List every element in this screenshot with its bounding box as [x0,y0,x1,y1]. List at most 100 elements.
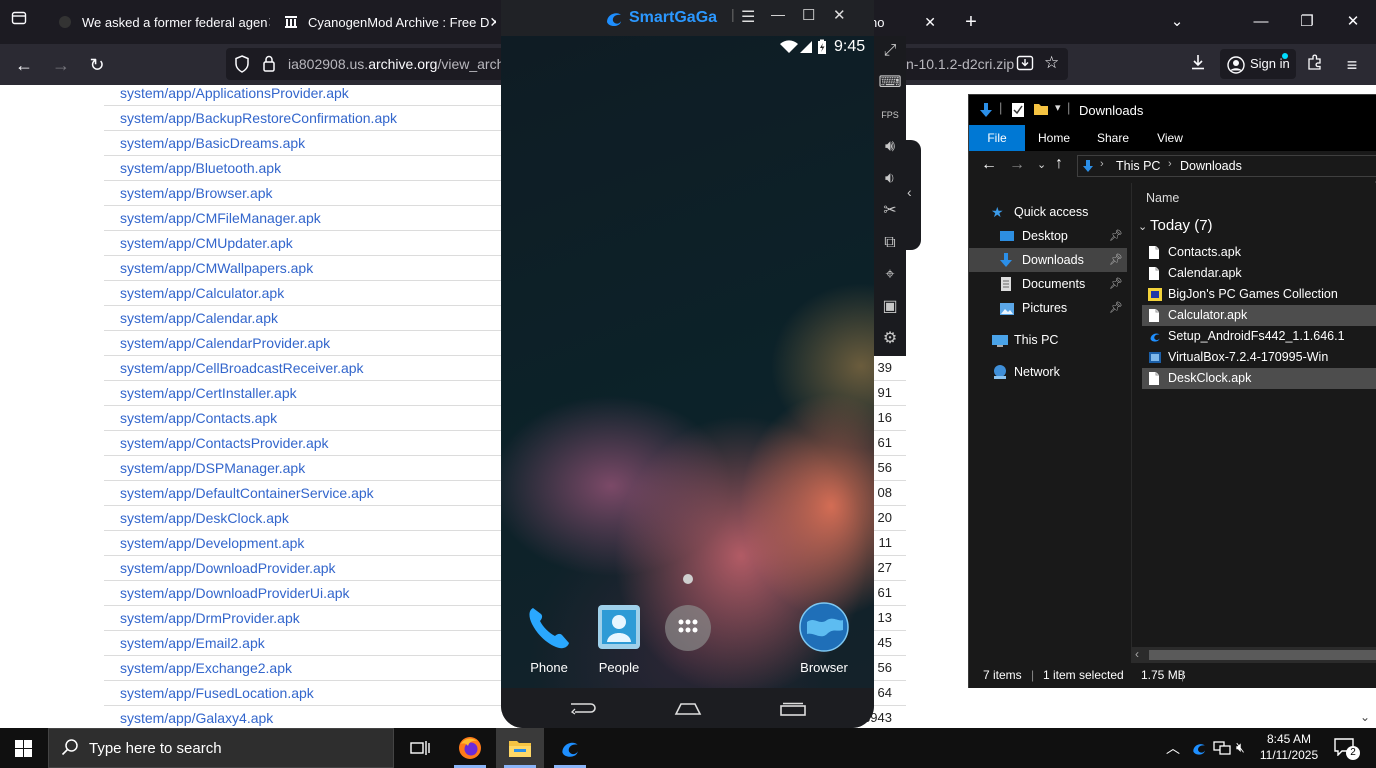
fps-icon[interactable]: FPS [877,102,903,128]
nav-network[interactable]: Network [969,360,1127,384]
nav-this-pc[interactable]: This PC [969,328,1127,352]
nav-quick-access[interactable]: ★ Quick access [969,200,1127,224]
file-link[interactable]: system/app/Browser.apk [120,185,273,201]
menu-icon[interactable]: ≡ [1337,50,1367,80]
file-link[interactable]: system/app/DSPManager.apk [120,460,305,476]
explorer-file-item[interactable]: Contacts.apk [1142,242,1376,263]
explorer-forward-icon[interactable]: → [1009,156,1025,174]
file-link[interactable]: system/app/DeskClock.apk [120,510,289,526]
reload-icon[interactable]: ↻ [82,50,112,80]
column-header-name[interactable]: Name [1146,191,1179,205]
nav-downloads[interactable]: Downloads 📌︎ [969,248,1127,272]
emulator-close-icon[interactable]: ✕ [833,6,846,24]
file-explorer-window[interactable]: | ▾ | Downloads File Home Share View ← →… [968,94,1376,688]
close-tab-icon[interactable]: ✕ [924,14,936,31]
properties-icon[interactable] [1011,102,1025,121]
collapse-toolbar-tab[interactable]: ‹ [903,140,921,250]
list-all-tabs-icon[interactable]: ⌄ [1162,8,1192,36]
emulator-minimize-icon[interactable]: — [771,6,785,22]
file-link[interactable]: system/app/Exchange2.apk [120,660,292,676]
back-icon[interactable]: ← [9,50,39,80]
close-window-button[interactable]: ✕ [1338,8,1368,36]
tray-smartgaga-icon[interactable] [1190,739,1208,762]
sign-in-button[interactable]: Sign in [1220,49,1296,79]
explorer-file-item[interactable]: BigJon's PC Games Collection [1142,284,1376,305]
file-link[interactable]: system/app/DefaultContainerService.apk [120,485,374,501]
downloads-icon[interactable] [1183,50,1213,80]
taskbar-firefox[interactable] [446,728,494,768]
file-link[interactable]: system/app/Galaxy4.apk [120,710,273,726]
scroll-left-icon[interactable]: ‹ [1135,647,1139,661]
close-tab-icon[interactable]: ✕ [489,14,496,31]
taskbar-clock[interactable]: 8:45 AM 11/11/2025 [1256,731,1322,763]
new-tab-button[interactable]: + [956,8,986,36]
location-icon[interactable]: ⌖ [877,262,903,288]
explorer-file-item[interactable]: Calendar.apk [1142,263,1376,284]
app-drawer-button[interactable] [658,602,718,660]
emulator-menu-icon[interactable]: ☰ [741,7,755,27]
tab-cyanogenmod-archive[interactable]: CyanogenMod Archive : Free D ✕ [274,4,496,40]
ribbon-tab-home[interactable]: Home [1029,125,1079,151]
file-link[interactable]: system/app/CMUpdater.apk [120,235,293,251]
show-hidden-icons-chevron-icon[interactable]: ︿ [1166,738,1180,758]
smartgaga-emulator-window[interactable]: SmartGaGa | ☰ — ☐ ✕ 9:45 Phone People Br… [501,0,874,728]
taskbar-smartgaga[interactable] [546,728,594,768]
screenshot-icon[interactable]: ✂ [877,198,903,224]
up-folder-icon[interactable]: ↑ [1055,155,1063,173]
close-tab-icon[interactable]: ✕ [267,14,270,31]
extensions-icon[interactable] [1300,50,1330,80]
scrollbar-thumb[interactable] [1149,650,1376,660]
people-app[interactable]: People [589,602,649,675]
explorer-file-item[interactable]: DeskClock.apk [1142,368,1376,389]
file-link[interactable]: system/app/ContactsProvider.apk [120,435,329,451]
explorer-file-item[interactable]: VirtualBox-7.2.4-170995-Win [1142,347,1376,368]
tab-federal-agent[interactable]: We asked a former federal agen ✕ [48,4,270,40]
file-link[interactable]: system/app/FusedLocation.apk [120,685,314,701]
file-link[interactable]: system/app/CMWallpapers.apk [120,260,313,276]
file-link[interactable]: system/app/BackupRestoreConfirmation.apk [120,110,397,126]
file-link[interactable]: system/app/Bluetooth.apk [120,160,281,176]
minimize-button[interactable]: — [1246,8,1276,36]
breadcrumb-this-pc[interactable]: This PC [1116,159,1160,173]
tray-network-icon[interactable] [1213,740,1231,761]
new-folder-icon[interactable] [1033,102,1049,119]
download-page-icon[interactable] [1016,54,1034,77]
explorer-file-item[interactable]: Calculator.apk [1142,305,1376,326]
browser-app[interactable]: Browser [794,602,854,675]
volume-down-icon[interactable]: 🔉︎ [877,166,903,192]
emulator-maximize-icon[interactable]: ☐ [802,6,815,24]
horizontal-scrollbar[interactable]: ‹ [1131,647,1376,663]
file-link[interactable]: system/app/CMFileManager.apk [120,210,321,226]
file-link[interactable]: system/app/DownloadProviderUi.apk [120,585,350,601]
volume-up-icon[interactable]: 🔊︎ [877,134,903,160]
ribbon-tab-file[interactable]: File [969,125,1025,151]
restore-button[interactable]: ❐ [1292,8,1322,36]
home-nav-icon[interactable] [674,702,702,721]
emulator-title-bar[interactable]: SmartGaGa | ☰ — ☐ ✕ [501,0,874,36]
explorer-file-item[interactable]: Setup_AndroidFs442_1.1.646.1 [1142,326,1376,347]
nav-pictures[interactable]: Pictures 📌︎ [969,296,1127,320]
file-link[interactable]: system/app/DrmProvider.apk [120,610,300,626]
file-link[interactable]: system/app/ApplicationsProvider.apk [120,85,349,101]
address-path-box[interactable]: › This PC › Downloads [1077,155,1376,177]
lock-icon[interactable] [262,55,276,77]
file-link[interactable]: system/app/CellBroadcastReceiver.apk [120,360,364,376]
phone-app[interactable]: Phone [519,602,579,675]
bookmark-star-icon[interactable]: ☆ [1044,53,1059,73]
file-link[interactable]: system/app/Calendar.apk [120,310,278,326]
back-nav-icon[interactable] [569,701,597,720]
task-view-button[interactable] [396,728,444,768]
page-scroll-down-icon[interactable]: ⌄ [1360,710,1370,724]
group-collapse-icon[interactable]: ⌄ [1138,220,1147,233]
file-link[interactable]: system/app/Contacts.apk [120,410,277,426]
ribbon-tab-share[interactable]: Share [1087,125,1139,151]
breadcrumb-downloads[interactable]: Downloads [1180,159,1242,173]
file-link[interactable]: system/app/Development.apk [120,535,304,551]
file-link[interactable]: system/app/DownloadProvider.apk [120,560,336,576]
file-link[interactable]: system/app/Calculator.apk [120,285,284,301]
file-link[interactable]: system/app/BasicDreams.apk [120,135,305,151]
settings-icon[interactable]: ⚙ [877,326,903,352]
file-link[interactable]: system/app/Email2.apk [120,635,265,651]
tab-list-icon[interactable] [4,7,34,37]
recent-locations-icon[interactable]: ⌄ [1037,158,1046,171]
